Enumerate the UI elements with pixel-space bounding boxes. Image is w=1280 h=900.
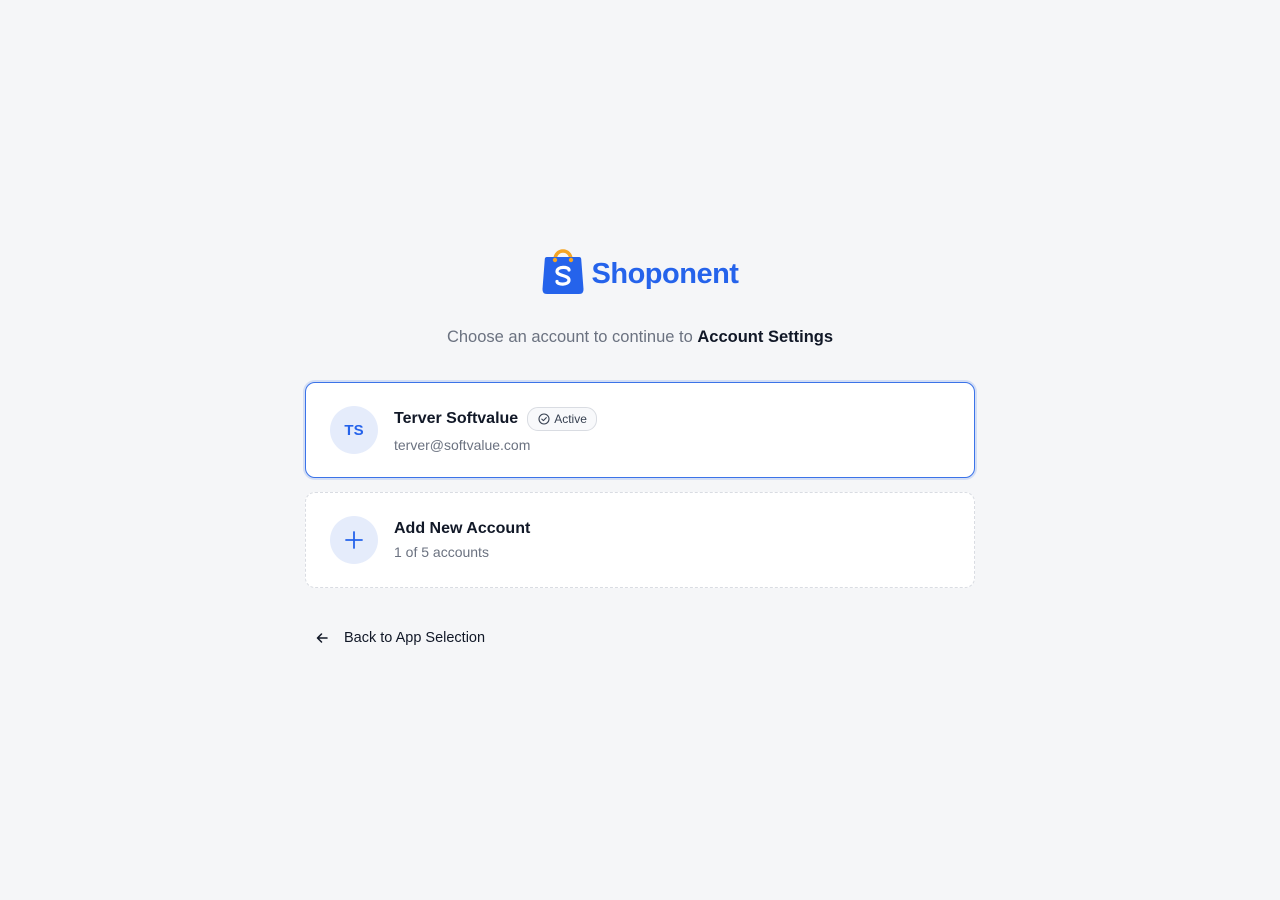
subtitle-text: Choose an account to continue to bbox=[446, 328, 693, 346]
account-name-row: Terver Softvalue Active bbox=[394, 407, 597, 431]
back-to-app-selection-link[interactable]: Back to App Selection bbox=[314, 626, 485, 650]
status-badge-label: Active bbox=[554, 412, 587, 426]
account-count: 1 of 5 accounts bbox=[394, 544, 489, 560]
account-email: terver@softvalue.com bbox=[394, 437, 531, 453]
check-circle-icon bbox=[538, 413, 550, 425]
add-new-account-button[interactable]: Add New Account 1 of 5 accounts bbox=[305, 492, 975, 588]
account-name: Terver Softvalue bbox=[394, 410, 519, 427]
shopping-bag-logo-icon bbox=[542, 249, 584, 294]
account-details: Terver Softvalue Active terver@softvalue… bbox=[394, 407, 597, 453]
arrow-left-icon bbox=[316, 633, 328, 643]
add-account-label: Add New Account bbox=[394, 520, 531, 537]
plus-icon bbox=[345, 531, 363, 549]
brand-name: Shoponent bbox=[591, 257, 739, 290]
status-badge: Active bbox=[527, 407, 597, 431]
add-account-details: Add New Account 1 of 5 accounts bbox=[394, 520, 530, 560]
avatar: TS bbox=[330, 406, 378, 454]
page-subtitle: Choose an account to continue to Account… bbox=[0, 328, 1280, 347]
brand-header: Shoponent bbox=[0, 244, 1280, 296]
account-card-terver-softvalue[interactable]: TS Terver Softvalue Active terver@softva… bbox=[305, 382, 975, 478]
back-link-label: Back to App Selection bbox=[344, 630, 486, 646]
account-chooser-page: Shoponent Choose an account to continue … bbox=[0, 0, 1280, 900]
subtitle-target-app: Account Settings bbox=[697, 328, 834, 346]
plus-icon-container bbox=[330, 516, 378, 564]
